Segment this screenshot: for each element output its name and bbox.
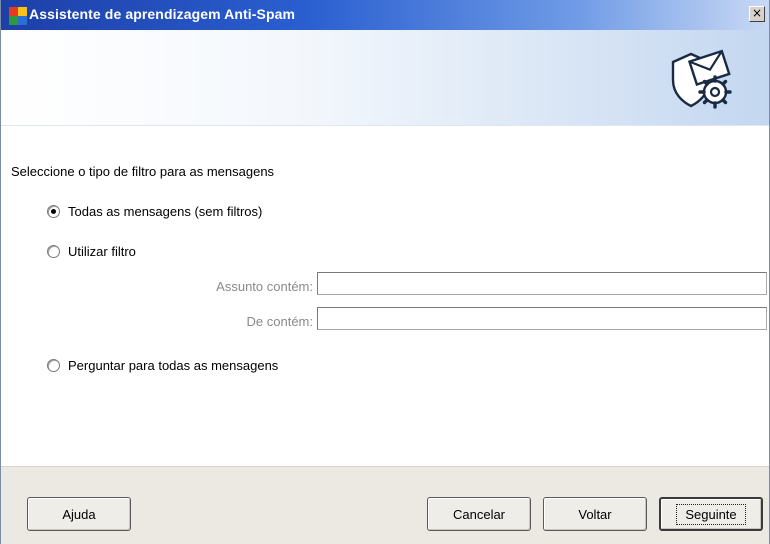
option-ask-all-messages[interactable]: Perguntar para todas as mensagens [47, 358, 278, 373]
title-bar[interactable]: Assistente de aprendizagem Anti-Spam × [1, 0, 769, 30]
option-label: Perguntar para todas as mensagens [68, 358, 279, 373]
subject-contains-input[interactable] [317, 272, 767, 295]
next-button[interactable]: Seguinte [659, 497, 763, 531]
close-button[interactable]: × [749, 6, 765, 22]
option-use-filter[interactable]: Utilizar filtro [47, 244, 136, 259]
header-banner [1, 30, 769, 126]
cancel-button[interactable]: Cancelar [427, 497, 531, 531]
radio-button[interactable] [47, 245, 60, 258]
anti-spam-wizard-window: Assistente de aprendizagem Anti-Spam × S… [0, 0, 770, 544]
filter-type-prompt: Seleccione o tipo de filtro para as mens… [11, 164, 275, 179]
shield-envelope-gear-icon [671, 49, 732, 109]
from-contains-input[interactable] [317, 307, 767, 330]
next-button-label: Seguinte [676, 503, 746, 525]
subject-contains-label: Assunto contém: [216, 279, 313, 294]
radio-button[interactable] [47, 205, 60, 218]
help-button[interactable]: Ajuda [27, 497, 131, 531]
option-label: Todas as mensagens (sem filtros) [68, 204, 263, 219]
option-all-messages[interactable]: Todas as mensagens (sem filtros) [47, 204, 262, 219]
button-bar: Ajuda Cancelar Voltar Seguinte [1, 466, 769, 544]
option-label: Utilizar filtro [68, 244, 136, 259]
from-contains-label: De contém: [246, 314, 313, 329]
window-title: Assistente de aprendizagem Anti-Spam [29, 6, 296, 22]
back-button[interactable]: Voltar [543, 497, 647, 531]
app-logo-icon [9, 7, 27, 25]
radio-button[interactable] [47, 359, 60, 372]
